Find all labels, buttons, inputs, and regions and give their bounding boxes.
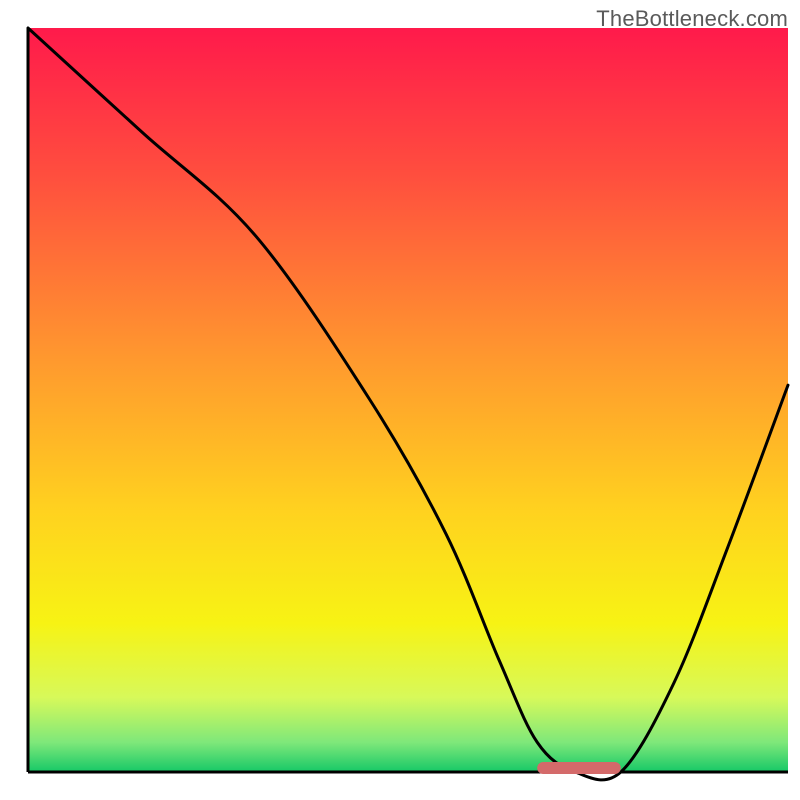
plot-background [28,28,788,772]
optimal-marker [537,762,621,774]
watermark-text: TheBottleneck.com [596,6,788,32]
chart-frame: TheBottleneck.com [0,0,800,800]
bottleneck-chart [0,0,800,800]
